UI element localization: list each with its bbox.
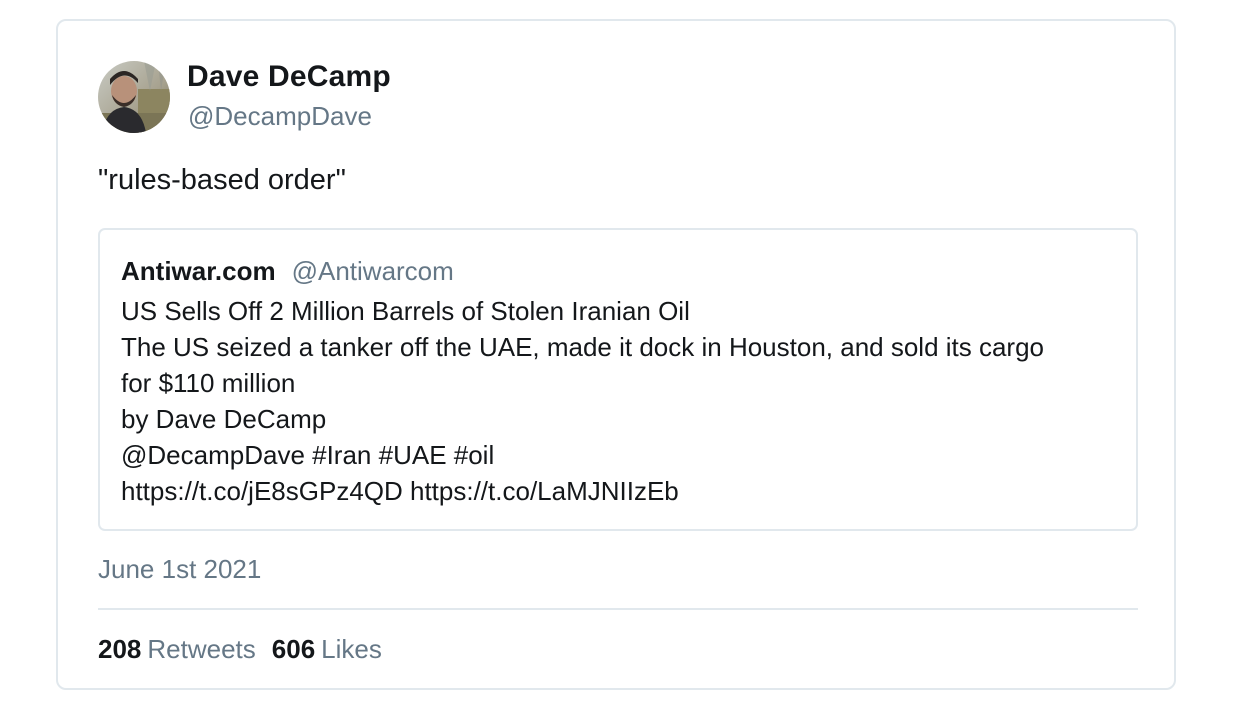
- quoted-tweet-header: Antiwar.com @Antiwarcom: [121, 256, 454, 287]
- retweets-count: 208: [98, 634, 142, 664]
- tweet-text: "rules-based order": [98, 164, 346, 196]
- quoted-summary-cont: for $110 million: [121, 368, 296, 398]
- quoted-tweet[interactable]: Antiwar.com @Antiwarcom US Sells Off 2 Mi…: [98, 228, 1138, 531]
- quoted-author-handle[interactable]: @Antiwarcom: [292, 256, 454, 286]
- author-name[interactable]: Dave DeCamp: [187, 60, 391, 94]
- likes-stat[interactable]: 606 Likes: [272, 634, 382, 664]
- retweets-stat[interactable]: 208 Retweets: [98, 634, 256, 664]
- likes-label: Likes: [321, 634, 382, 664]
- retweets-label: Retweets: [147, 634, 256, 664]
- quoted-summary: The US seized a tanker off the UAE, made…: [121, 332, 1045, 362]
- avatar[interactable]: [98, 61, 170, 133]
- quoted-tweet-text: US Sells Off 2 Million Barrels of Stolen…: [121, 293, 1121, 509]
- likes-count: 606: [271, 634, 316, 664]
- quoted-author-name[interactable]: Antiwar.com: [121, 256, 276, 286]
- author-handle[interactable]: @DecampDave: [188, 101, 372, 132]
- tweet-card: Dave DeCamp @DecampDave "rules-based ord…: [56, 19, 1176, 690]
- quoted-byline: by Dave DeCamp: [121, 404, 327, 434]
- profile-photo: [98, 61, 170, 133]
- quoted-hashtags[interactable]: @DecampDave #Iran #UAE #oil: [121, 437, 1121, 473]
- tweet-date[interactable]: June 1st 2021: [98, 554, 261, 585]
- quoted-headline: US Sells Off 2 Million Barrels of Stolen…: [121, 296, 690, 326]
- quoted-links[interactable]: https://t.co/jE8sGPz4QD https://t.co/LaM…: [121, 473, 1121, 509]
- tweet-stats: 208 Retweets 606 Likes: [98, 634, 382, 665]
- divider: [98, 608, 1138, 610]
